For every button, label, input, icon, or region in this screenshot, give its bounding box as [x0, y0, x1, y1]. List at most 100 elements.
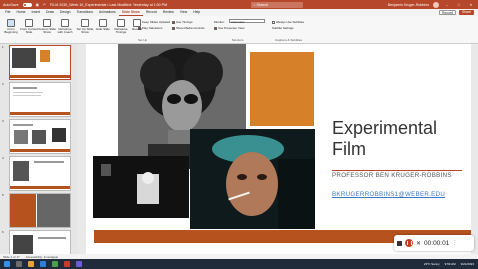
undo-icon[interactable]: ↶ — [43, 3, 46, 7]
tab-design[interactable]: Design — [57, 9, 74, 16]
ribbon-button-label: Record — [132, 27, 142, 31]
ribbon-button-icon — [81, 19, 89, 27]
group-label-setup: Set Up — [138, 38, 148, 42]
checkbox-use-timings[interactable]: Use Timings — [172, 20, 193, 24]
accessibility-status[interactable]: Accessibility: Investigate — [26, 255, 59, 259]
thumbnail-number: 2 — [2, 82, 4, 86]
tab-transitions[interactable]: Transitions — [73, 9, 95, 16]
orange-accent-block — [250, 52, 314, 126]
ribbon-button-record[interactable]: Record — [128, 19, 146, 31]
thumbnail-number: 6 — [2, 230, 4, 234]
ribbon-button-set-up-slide-show[interactable]: Set Up Slide Show — [76, 19, 94, 35]
start-icon[interactable] — [4, 261, 10, 267]
ribbon-button-icon — [133, 19, 141, 27]
thumbnail-number: 3 — [2, 119, 4, 123]
group-label-captions: Captions & Subtitles — [275, 38, 303, 42]
ribbon-button-icon — [99, 19, 107, 27]
ribbon-button-hide-slide[interactable]: Hide Slide — [94, 19, 112, 31]
subtitle-settings-button[interactable]: Subtitle Settings — [272, 26, 294, 30]
pause-icon[interactable] — [405, 239, 413, 247]
tab-home[interactable]: Home — [13, 9, 28, 16]
recording-controls: ✕ 00:00:01 ⋮ — [394, 235, 474, 251]
ribbon-button-icon — [25, 19, 33, 27]
minimize-icon[interactable]: – — [443, 3, 451, 7]
ribbon: Keep Slides Updated Play Narrations Use … — [0, 16, 478, 44]
checkbox-always-use-subtitles[interactable]: Always Use Subtitles — [272, 20, 304, 24]
ribbon-button-label: Custom Slide Show — [38, 27, 56, 35]
thumbnail-number: 1 — [2, 45, 4, 49]
slide-thumbnail-pane: 1 2 3 4 5 6 — [0, 44, 78, 265]
slide-count: Slide 1 of 17 — [3, 254, 20, 259]
title-bar: AutoSave ▣ ↶ FILM 2030_Week 10_Experimen… — [0, 0, 478, 9]
ribbon-button-from-beginning[interactable]: From Beginning — [2, 19, 20, 35]
ribbon-button-label: Set Up Slide Show — [76, 27, 94, 35]
slide-title[interactable]: Experimental Film — [332, 118, 470, 160]
slide-canvas[interactable]: Experimental Film PROFESSOR BEN KRUGER-R… — [86, 44, 471, 260]
close-icon[interactable]: ✕ — [467, 3, 475, 7]
more-options-icon[interactable]: ⋮ — [452, 240, 457, 246]
user-name[interactable]: Benjamin Kruger-Robbins — [388, 3, 429, 7]
file-explorer-icon[interactable] — [28, 261, 34, 267]
record-button[interactable]: Record — [439, 10, 456, 15]
monitor-select[interactable]: Automatic — [229, 19, 265, 24]
chrome-icon[interactable] — [52, 261, 58, 267]
photo-man-closeup — [190, 129, 315, 229]
photo-film-still — [93, 156, 189, 218]
ribbon-button-label: Hide Slide — [96, 27, 110, 31]
search-icon[interactable] — [16, 261, 22, 267]
edge-icon[interactable] — [40, 261, 46, 267]
maximize-icon[interactable]: □ — [455, 3, 463, 7]
document-title: FILM 2030_Week 10_Experimental • Last Mo… — [50, 2, 168, 7]
slide-thumbnail-4[interactable] — [9, 156, 71, 191]
tab-insert[interactable]: Insert — [29, 9, 43, 16]
autosave-toggle[interactable] — [22, 2, 32, 7]
slide-thumbnail-3[interactable] — [9, 119, 71, 154]
ribbon-tabs: File Home Insert Draw Design Transitions Anima… — [0, 9, 478, 16]
recording-timer: 00:00:01 — [424, 239, 450, 247]
ribbon-button-custom-slide-show[interactable]: Custom Slide Show — [38, 19, 56, 35]
slide-email-link[interactable]: BKRUGERROBBINS1@WEBER.EDU — [332, 191, 445, 198]
stop-icon[interactable] — [397, 240, 402, 246]
share-button[interactable]: Share — [458, 10, 474, 15]
teams-icon[interactable] — [76, 261, 82, 267]
monitor-label: Monitor: — [214, 20, 225, 24]
autosave-label: AutoSave — [3, 2, 19, 7]
tab-view[interactable]: View — [177, 9, 190, 16]
thumbnail-number: 4 — [2, 156, 4, 160]
title-divider — [332, 170, 462, 171]
date[interactable]: 3/21/2023 — [461, 262, 474, 266]
tab-review[interactable]: Review — [160, 9, 177, 16]
search-input[interactable]: ⌕ Search — [251, 1, 304, 8]
tab-draw[interactable]: Draw — [43, 9, 57, 16]
ribbon-button-icon — [61, 19, 69, 27]
group-label-monitors: Monitors — [232, 38, 244, 42]
ribbon-button-icon — [117, 19, 125, 27]
close-icon[interactable]: ✕ — [416, 240, 421, 247]
ribbon-button-label: From Current Slide — [20, 27, 38, 35]
powerpoint-icon[interactable] — [64, 261, 70, 267]
clock[interactable]: 9:59 AM — [445, 262, 456, 266]
thumbnail-number: 5 — [2, 193, 4, 197]
save-icon[interactable]: ▣ — [36, 3, 39, 7]
tab-animations[interactable]: Animations — [96, 9, 119, 16]
avatar[interactable] — [433, 1, 440, 8]
ribbon-button-label: Rehearse with Coach — [57, 27, 73, 35]
ribbon-button-label: From Beginning — [4, 27, 18, 35]
tab-record[interactable]: Record — [143, 9, 160, 16]
slide-subtitle[interactable]: PROFESSOR BEN KRUGER-ROBBINS — [332, 172, 467, 180]
checkbox-use-presenter-view[interactable]: Use Presenter View — [214, 26, 244, 30]
tab-help[interactable]: Help — [190, 9, 203, 16]
weather-widget[interactable]: 23°F Sunny — [424, 262, 440, 266]
checkbox-show-media-controls[interactable]: Show Media Controls — [172, 26, 205, 30]
ribbon-button-from-current-slide[interactable]: From Current Slide — [20, 19, 38, 35]
slide-thumbnail-5[interactable] — [9, 193, 71, 228]
windows-taskbar: 23°F Sunny 9:59 AM 3/21/2023 — [0, 259, 478, 269]
ribbon-button-rehearse-with-coach[interactable]: Rehearse with Coach — [56, 19, 74, 35]
slide-thumbnail-1[interactable] — [9, 45, 71, 80]
ribbon-button-icon — [43, 19, 51, 27]
slide-thumbnail-2[interactable] — [9, 82, 71, 117]
tab-file[interactable]: File — [2, 9, 13, 16]
search-icon: ⌕ — [253, 2, 256, 7]
ribbon-button-icon — [7, 19, 15, 27]
tab-slide-show[interactable]: Slide Show — [118, 9, 143, 16]
